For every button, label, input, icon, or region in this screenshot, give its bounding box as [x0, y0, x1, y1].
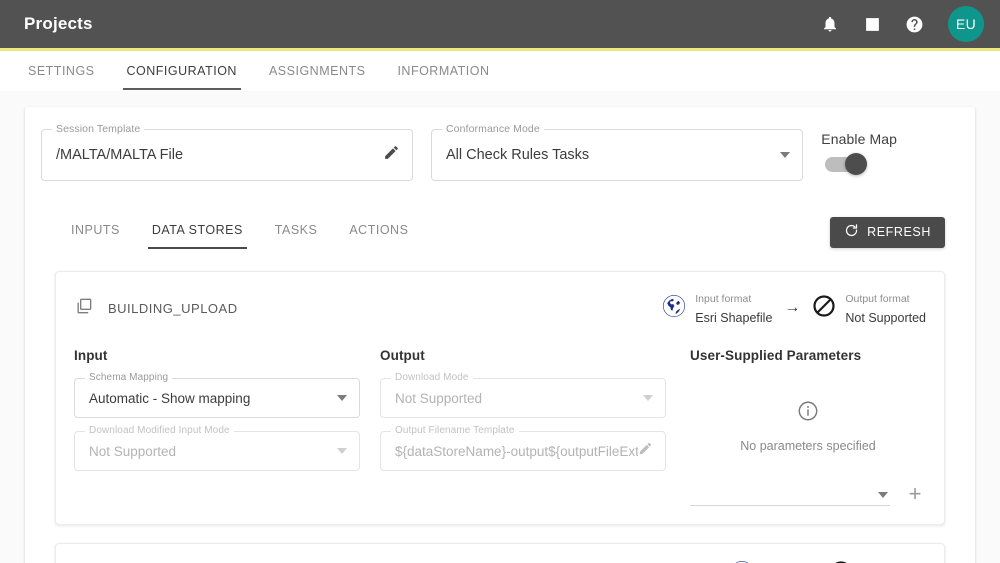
- format-summary: Input format Esri Shapefile → Output for…: [662, 288, 926, 328]
- input-format-value: Esri Shapefile: [695, 311, 773, 325]
- parameters-add-row: +: [690, 483, 926, 506]
- add-parameter-button[interactable]: +: [904, 483, 926, 505]
- datastore-card-next: Input format Output format: [55, 543, 945, 563]
- avatar[interactable]: EU: [948, 6, 984, 42]
- configuration-panel: Session Template /MALTA/MALTA File Confo…: [25, 107, 975, 563]
- conformance-mode-label: Conformance Mode: [442, 123, 544, 135]
- schema-mapping-value: Automatic - Show mapping: [89, 390, 251, 406]
- help-icon[interactable]: [902, 12, 926, 36]
- output-format-item: Output format Not Supported: [812, 288, 926, 328]
- primary-tabs: SETTINGS CONFIGURATION ASSIGNMENTS INFOR…: [0, 51, 1000, 91]
- datastore-card: BUILDING_UPLOAD Input format Esri Shapef…: [55, 271, 945, 525]
- info-icon: [797, 400, 819, 427]
- conformance-mode-value: All Check Rules Tasks: [446, 147, 590, 163]
- layers-icon: [74, 296, 94, 321]
- datastore-name: BUILDING_UPLOAD: [108, 300, 238, 316]
- input-format-item: Input format Esri Shapefile: [662, 288, 772, 328]
- parameters-empty-text: No parameters specified: [740, 439, 876, 453]
- refresh-button-label: REFRESH: [867, 225, 931, 239]
- page-title: Projects: [24, 14, 93, 33]
- download-modified-input-mode-label: Download Modified Input Mode: [85, 425, 234, 436]
- subtab-inputs[interactable]: INPUTS: [55, 215, 136, 249]
- datastore-header: BUILDING_UPLOAD Input format Esri Shapef…: [74, 288, 926, 328]
- schema-mapping-field[interactable]: Schema Mapping Automatic - Show mapping: [74, 372, 360, 418]
- refresh-button[interactable]: REFRESH: [830, 216, 945, 248]
- session-template-label: Session Template: [52, 123, 145, 135]
- output-filename-template-label: Output Filename Template: [391, 425, 519, 436]
- input-format-label: Input format: [695, 293, 752, 305]
- output-column-title: Output: [380, 348, 425, 363]
- tab-configuration[interactable]: CONFIGURATION: [111, 51, 253, 90]
- download-mode-value: Not Supported: [395, 390, 483, 406]
- download-modified-input-mode-value: Not Supported: [89, 443, 177, 459]
- output-format-text: Output format Not Supported: [845, 288, 926, 328]
- parameters-column-title: User-Supplied Parameters: [690, 348, 862, 363]
- refresh-icon: [844, 223, 859, 241]
- input-format-text: Input format Esri Shapefile: [695, 288, 772, 328]
- tab-settings[interactable]: SETTINGS: [12, 51, 111, 90]
- output-filename-template-field: Output Filename Template ${dataStoreName…: [380, 425, 666, 471]
- chevron-down-icon: [643, 395, 653, 401]
- parameters-empty-state: No parameters specified: [690, 378, 926, 453]
- prohibited-icon: [812, 294, 836, 323]
- session-template-field[interactable]: Session Template /MALTA/MALTA File: [41, 123, 413, 181]
- chevron-down-icon[interactable]: [337, 395, 347, 401]
- notifications-icon[interactable]: [818, 12, 842, 36]
- download-mode-label: Download Mode: [391, 372, 473, 383]
- output-format-value: Not Supported: [845, 311, 926, 325]
- subtab-actions[interactable]: ACTIONS: [333, 215, 424, 249]
- subtab-tasks[interactable]: TASKS: [259, 215, 334, 249]
- download-modified-input-mode-field: Download Modified Input Mode Not Support…: [74, 425, 360, 471]
- enable-map-label: Enable Map: [821, 131, 897, 147]
- secondary-tabs-row: INPUTS DATA STORES TASKS ACTIONS REFRESH: [41, 215, 959, 249]
- globe-icon: [662, 294, 686, 323]
- pencil-icon[interactable]: [383, 144, 400, 166]
- format-arrow-icon: →: [784, 299, 801, 316]
- enable-map-group: Enable Map: [821, 129, 959, 175]
- chevron-down-icon: [337, 448, 347, 454]
- chevron-down-icon[interactable]: [878, 491, 888, 498]
- app-bar: Projects EU: [0, 0, 1000, 48]
- output-format-label: Output format: [845, 293, 910, 305]
- download-mode-field: Download Mode Not Supported: [380, 372, 666, 418]
- toggle-knob: [845, 153, 868, 175]
- input-column: Input Schema Mapping Automatic - Show ma…: [74, 348, 380, 506]
- input-column-title: Input: [74, 348, 108, 363]
- tab-assignments[interactable]: ASSIGNMENTS: [253, 51, 382, 90]
- subtab-data-stores[interactable]: DATA STORES: [136, 215, 259, 249]
- session-template-value: /MALTA/MALTA File: [56, 147, 184, 163]
- secondary-tabs: INPUTS DATA STORES TASKS ACTIONS: [55, 215, 424, 249]
- configuration-form-row: Session Template /MALTA/MALTA File Confo…: [41, 123, 959, 181]
- enable-map-toggle[interactable]: [825, 153, 868, 175]
- reports-icon[interactable]: [860, 12, 884, 36]
- app-bar-actions: EU: [818, 6, 984, 42]
- datastore-body: Input Schema Mapping Automatic - Show ma…: [74, 348, 926, 506]
- parameter-select[interactable]: [690, 484, 890, 506]
- pencil-icon: [638, 441, 653, 461]
- tab-information[interactable]: INFORMATION: [381, 51, 505, 90]
- page-body: Session Template /MALTA/MALTA File Confo…: [0, 91, 1000, 563]
- schema-mapping-label: Schema Mapping: [85, 372, 173, 383]
- user-supplied-parameters-column: User-Supplied Parameters No parameters s…: [686, 348, 926, 506]
- chevron-down-icon[interactable]: [780, 152, 790, 158]
- conformance-mode-field[interactable]: Conformance Mode All Check Rules Tasks: [431, 123, 803, 181]
- output-filename-template-value: ${dataStoreName}-output${outputFileExte: [395, 443, 638, 459]
- output-column: Output Download Mode Not Supported Outpu…: [380, 348, 686, 506]
